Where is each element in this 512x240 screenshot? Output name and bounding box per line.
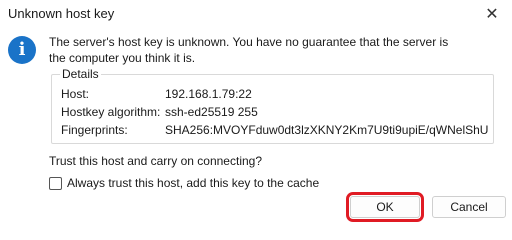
host-row: Host: 192.168.1.79:22	[61, 87, 252, 101]
close-icon: ✕	[485, 6, 499, 23]
message-line-2: the computer you think it is.	[49, 51, 196, 65]
close-button[interactable]: ✕	[472, 0, 512, 28]
cancel-button[interactable]: Cancel	[432, 196, 506, 218]
hostkey-algorithm-value: ssh-ed25519 255	[165, 105, 258, 119]
trust-question: Trust this host and carry on connecting?	[49, 154, 262, 168]
always-trust-checkbox[interactable]	[49, 176, 62, 190]
details-legend: Details	[60, 67, 101, 81]
host-value: 192.168.1.79:22	[165, 87, 252, 101]
fingerprints-row: Fingerprints: SHA256:MVOYFduw0dt3lzXKNY2K…	[61, 123, 488, 137]
ok-button[interactable]: OK	[346, 192, 424, 222]
details-group: Details Host: 192.168.1.79:22 Hostkey alg…	[51, 67, 494, 144]
host-label: Host:	[61, 87, 90, 101]
fingerprints-label: Fingerprints:	[61, 123, 128, 137]
hostkey-algorithm-row: Hostkey algorithm: ssh-ed25519 255	[61, 105, 258, 119]
title-bar: Unknown host key ✕	[0, 0, 512, 28]
warning-message: The server's host key is unknown. You ha…	[49, 34, 479, 66]
message-line-1: The server's host key is unknown. You ha…	[49, 35, 449, 49]
hostkey-algorithm-label: Hostkey algorithm:	[61, 105, 161, 119]
unknown-host-key-dialog: Unknown host key ✕ i The server's host k…	[0, 0, 512, 222]
info-icon: i	[8, 36, 36, 64]
fingerprints-value: SHA256:MVOYFduw0dt3lzXKNY2Km7U9ti9upiE/q…	[165, 123, 489, 137]
window-title: Unknown host key	[8, 6, 115, 21]
always-trust-label[interactable]: Always trust this host, add this key to …	[67, 176, 319, 190]
always-trust-option[interactable]: Always trust this host, add this key to …	[49, 176, 319, 190]
